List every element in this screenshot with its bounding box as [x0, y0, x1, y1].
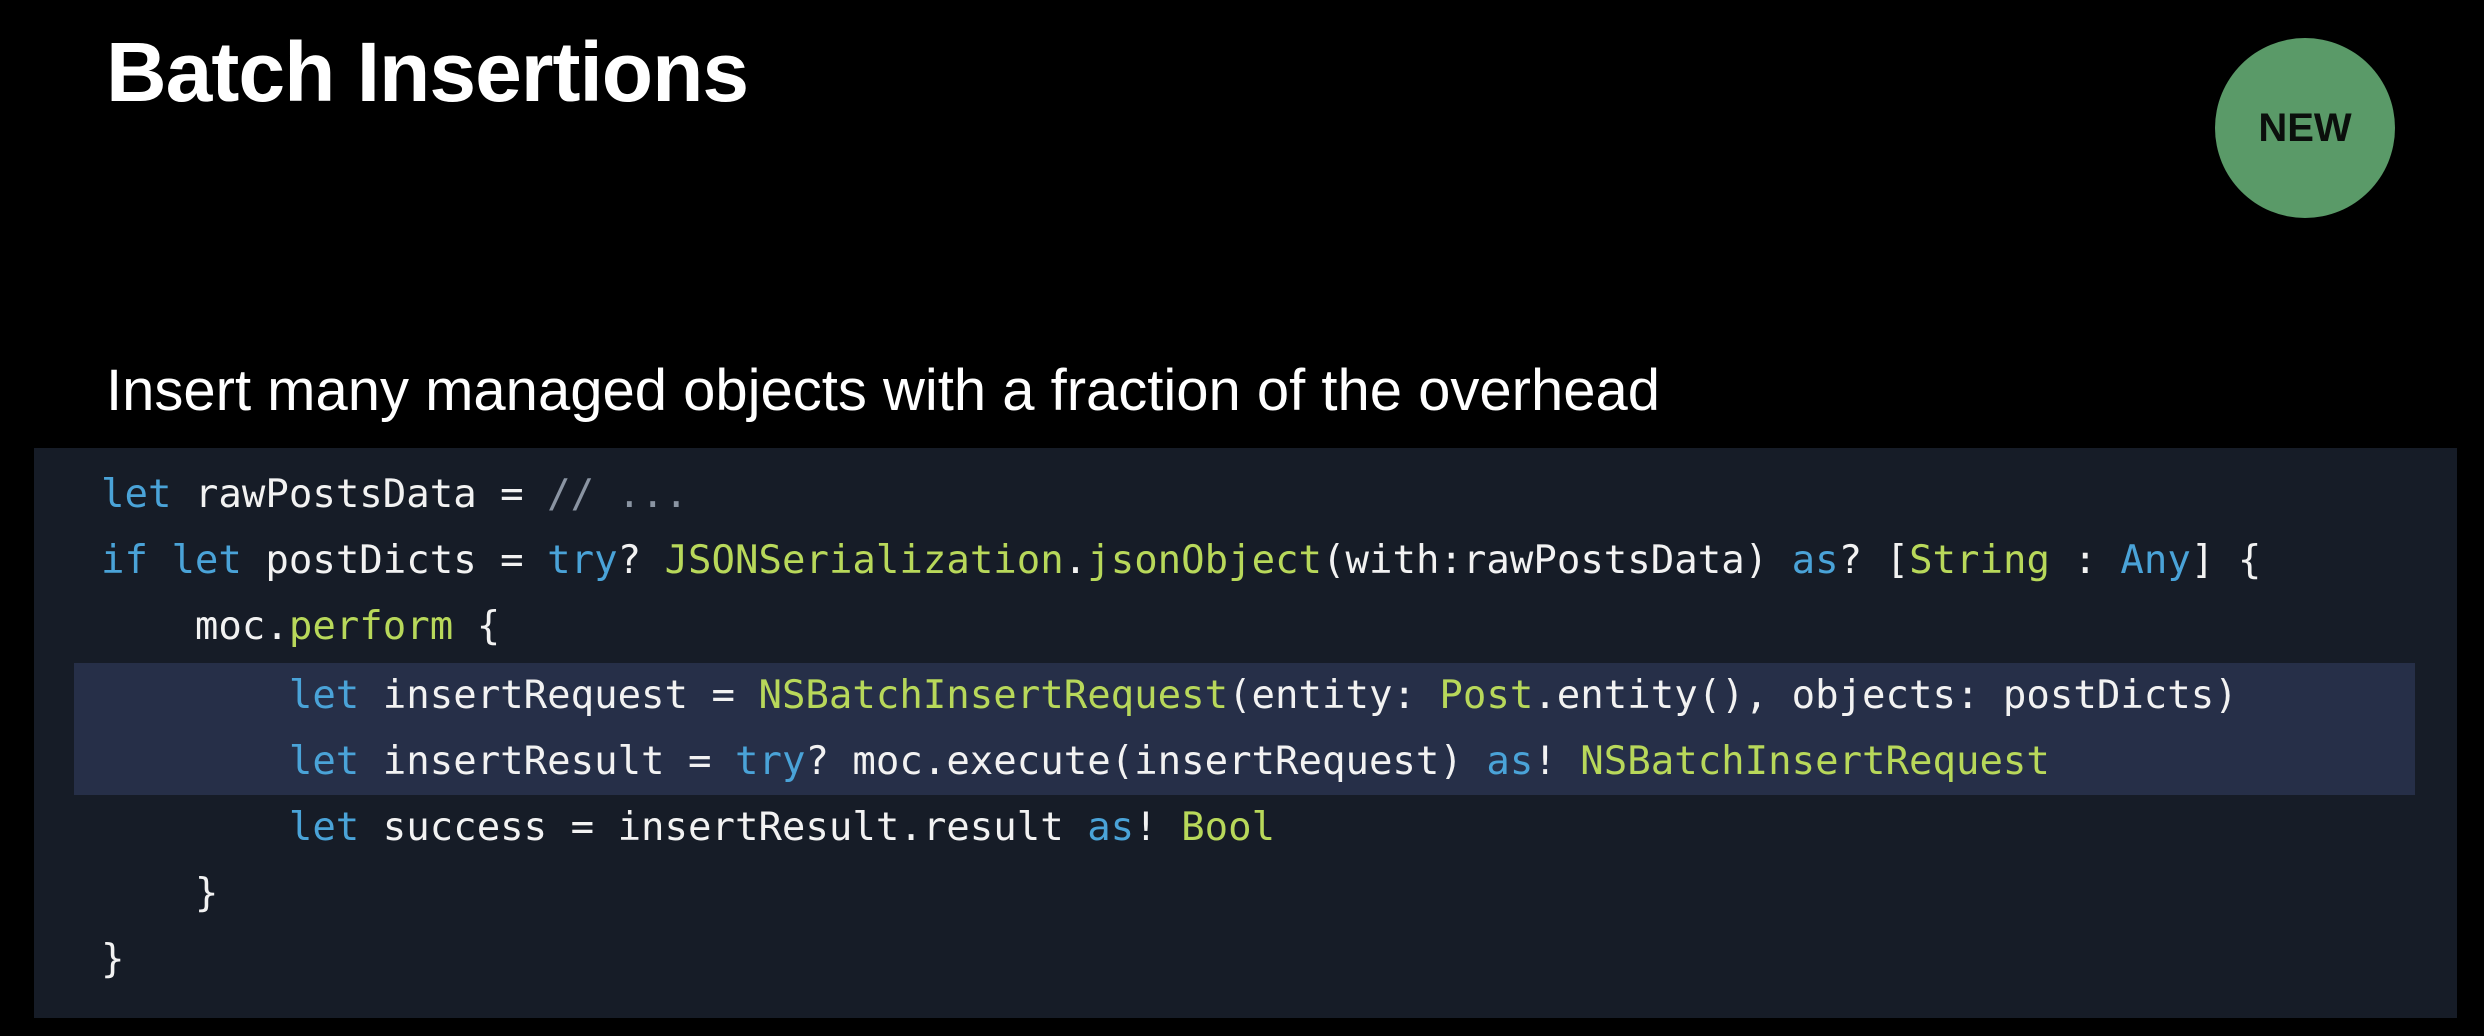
new-badge: NEW: [2215, 38, 2395, 218]
slide-subtitle: Insert many managed objects with a fract…: [106, 358, 1660, 423]
code-token: let: [101, 472, 172, 517]
code-token: success = insertResult.result: [359, 805, 1088, 850]
code-line: let insertRequest = NSBatchInsertRequest…: [101, 663, 2238, 729]
code-line: let insertResult = try? moc.execute(inse…: [101, 729, 2050, 795]
code-line: let rawPostsData = // ...: [101, 462, 688, 528]
code-token: as: [1791, 538, 1839, 583]
code-token: ?: [617, 538, 665, 583]
code-token: !: [1134, 805, 1182, 850]
code-line: }: [101, 927, 124, 993]
code-token: :: [2049, 538, 2121, 583]
code-token: }: [101, 871, 219, 916]
code-token: insertResult =: [359, 739, 735, 784]
code-token: as: [1087, 805, 1135, 850]
code-token: perform: [288, 604, 454, 649]
code-token: String: [1909, 538, 2050, 583]
code-token: ] {: [2190, 538, 2262, 583]
code-token: ? [: [1838, 538, 1910, 583]
code-token: !: [1533, 739, 1581, 784]
code-panel: let rawPostsData = // ... if let postDic…: [34, 448, 2457, 1018]
code-token: (entity:: [1228, 673, 1440, 718]
code-token: ? moc.execute(insertRequest): [805, 739, 1487, 784]
code-token: rawPostsData =: [171, 472, 548, 517]
code-token: let: [288, 739, 360, 784]
code-token: Bool: [1181, 805, 1276, 850]
code-token: Post: [1439, 673, 1534, 718]
code-token: try: [547, 538, 618, 583]
code-token: try: [734, 739, 806, 784]
slide-title: Batch Insertions: [106, 25, 749, 119]
code-token: .entity(), objects: postDicts): [1533, 673, 2238, 718]
code-line: }: [101, 861, 219, 927]
code-token: JSONSerialization: [664, 538, 1064, 583]
code-token: jsonObject: [1087, 538, 1323, 583]
code-token: Any: [2120, 538, 2191, 583]
code-token: .: [1063, 538, 1088, 583]
code-token: let: [171, 538, 242, 583]
code-token: let: [288, 673, 360, 718]
code-token: insertRequest =: [359, 673, 759, 718]
code-line: let success = insertResult.result as! Bo…: [101, 795, 1275, 861]
code-token: let: [288, 805, 360, 850]
code-token: }: [101, 937, 125, 982]
code-token: if: [101, 538, 148, 583]
code-line: moc.perform {: [101, 594, 500, 660]
code-token: moc.: [101, 604, 289, 649]
new-badge-label: NEW: [2258, 105, 2352, 150]
code-token: as: [1486, 739, 1534, 784]
code-token: // ...: [547, 472, 689, 517]
code-token: (with:rawPostsData): [1322, 538, 1792, 583]
code-token: {: [453, 604, 501, 649]
code-line: if let postDicts = try? JSONSerializatio…: [101, 528, 2261, 594]
code-token: NSBatchInsertRequest: [758, 673, 1229, 718]
code-token: postDicts =: [241, 538, 548, 583]
code-token: NSBatchInsertRequest: [1580, 739, 2050, 784]
